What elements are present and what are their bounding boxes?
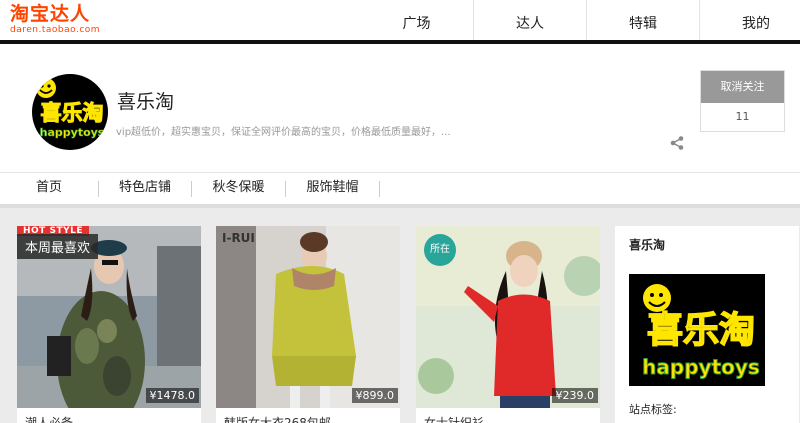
avatar-title: 喜乐淘 — [41, 101, 104, 125]
product-title[interactable]: 韩版女大衣268包邮 — [224, 414, 331, 423]
logo-title: 喜乐淘 — [647, 310, 755, 351]
top-nav-daren[interactable]: 达人 — [473, 0, 586, 40]
sub-nav-winter-warm[interactable]: 秋冬保暖 — [192, 173, 285, 205]
product-title[interactable]: 潮人必备 — [25, 414, 73, 423]
top-bar: 淘宝达人 daren.taobao.com 广场 达人 特辑 我的 — [0, 0, 800, 40]
sub-nav: 首页 特色店铺 秋冬保暖 服饰鞋帽 — [0, 172, 800, 205]
product-card[interactable]: HOT STYLE 本周最喜欢 ¥1478.0 潮人必备 — [17, 226, 201, 423]
logo-subtitle: happytoys — [642, 355, 760, 379]
profile-header: 喜乐淘 happytoys 喜乐淘 vip超低价，超实惠宝贝，保证全网评价最高的… — [0, 44, 800, 172]
logo-domain: daren.taobao.com — [10, 25, 101, 35]
sub-nav-home[interactable]: 首页 — [0, 173, 98, 205]
sub-nav-apparel[interactable]: 服饰鞋帽 — [286, 173, 379, 205]
divider — [379, 181, 380, 197]
share-icon[interactable] — [669, 135, 685, 151]
price-tag: ¥899.0 — [351, 388, 398, 403]
brand-tag-text: I-RUI — [222, 231, 255, 245]
shop-logo-icon: 喜乐淘 happytoys — [642, 284, 760, 380]
location-badge: 所在 — [424, 234, 456, 266]
top-nav: 广场 达人 特辑 我的 — [360, 0, 800, 40]
taobao-daren-logo[interactable]: 淘宝达人 daren.taobao.com — [10, 3, 100, 35]
avatar-logo-icon: 喜乐淘 happytoys — [36, 78, 105, 139]
weekly-favorite-badge: 本周最喜欢 — [17, 234, 99, 259]
shop-info-panel: 喜乐淘 喜乐淘 happytoys 站点标签: — [615, 226, 799, 423]
logo-text: 淘宝达人 — [10, 3, 91, 25]
product-card[interactable]: 所在 ¥239.0 女士针织衫 — [416, 226, 600, 423]
top-nav-mine[interactable]: 我的 — [699, 0, 800, 40]
follower-count: 11 — [735, 110, 750, 123]
unfollow-button[interactable]: 取消关注 — [701, 71, 784, 103]
sub-nav-featured-shops[interactable]: 特色店铺 — [99, 173, 191, 205]
panel-shop-name: 喜乐淘 — [629, 238, 666, 252]
content-area: HOT STYLE 本周最喜欢 ¥1478.0 潮人必备 I-RUI ¥899.… — [0, 208, 800, 423]
price-tag: ¥1478.0 — [145, 388, 199, 403]
follow-box: 取消关注 11 — [700, 70, 785, 132]
avatar-subtitle: happytoys — [40, 126, 105, 139]
product-card[interactable]: I-RUI ¥899.0 韩版女大衣268包邮 — [216, 226, 400, 423]
product-title[interactable]: 女士针织衫 — [424, 414, 484, 423]
shop-name: 喜乐淘 — [117, 91, 175, 113]
shop-logo: 喜乐淘 happytoys — [629, 274, 765, 386]
shop-description: vip超低价，超实惠宝贝，保证全网评价最高的宝贝，价格最低质量最好，... — [116, 127, 451, 138]
price-tag: ¥239.0 — [551, 388, 598, 403]
site-tags-label: 站点标签: — [629, 403, 677, 416]
top-nav-square[interactable]: 广场 — [360, 0, 473, 40]
top-nav-special[interactable]: 特辑 — [586, 0, 699, 40]
avatar: 喜乐淘 happytoys — [32, 74, 108, 150]
product-image[interactable]: I-RUI — [216, 226, 400, 408]
